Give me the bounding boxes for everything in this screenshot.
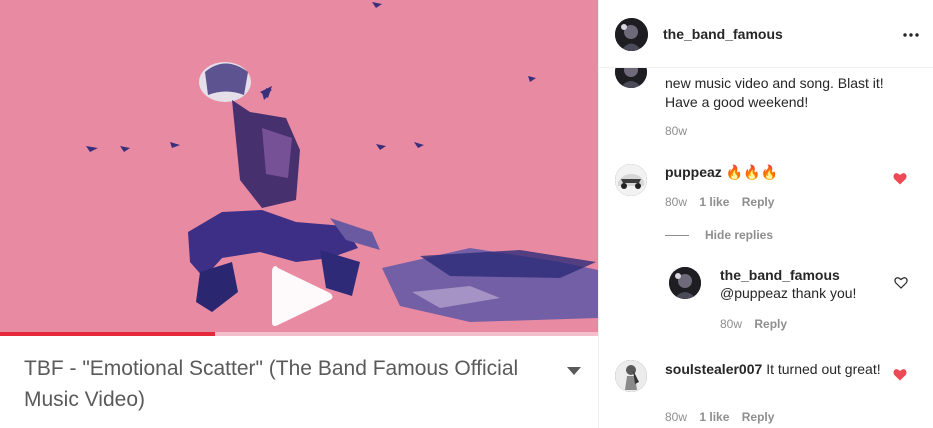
reply-meta: 80w Reply [720, 317, 796, 331]
video-panel: TBF - "Emotional Scatter" (The Band Famo… [0, 0, 598, 428]
comment-likes[interactable]: 1 like [699, 195, 729, 209]
heart-filled-icon[interactable] [893, 368, 907, 381]
post-sidebar: the_band_famous new music video and song… [598, 0, 933, 428]
reply-comment: the_band_famous @puppeaz thank you! [720, 266, 880, 302]
comment-puppeaz: puppeaz 🔥🔥🔥 [665, 163, 885, 181]
chevron-down-icon[interactable] [566, 366, 582, 376]
comment-time[interactable]: 80w [665, 410, 687, 424]
comment-soulstealer007: soulstealer007 It turned out great! [665, 360, 885, 378]
reply-time[interactable]: 80w [720, 317, 742, 331]
comment-time[interactable]: 80w [665, 195, 687, 209]
reply-username[interactable]: the_band_famous [720, 267, 840, 283]
video-title[interactable]: TBF - "Emotional Scatter" (The Band Famo… [24, 353, 544, 415]
comment-avatar-puppeaz[interactable] [615, 164, 647, 196]
caption-meta: 80w [665, 124, 696, 138]
comment-body: It turned out great! [766, 361, 881, 377]
reply-button[interactable]: Reply [754, 317, 787, 331]
reply-body: @puppeaz thank you! [720, 285, 857, 301]
video-progress-bar[interactable] [0, 332, 598, 336]
caption-time[interactable]: 80w [665, 124, 687, 138]
comment-meta: 80w 1 like Reply [665, 195, 783, 209]
video-progress-fill [0, 332, 216, 336]
comment-meta: 80w 1 like Reply [665, 410, 783, 424]
comment-avatar-soulstealer007[interactable] [615, 360, 647, 392]
reply-button[interactable]: Reply [742, 195, 775, 209]
comment-username[interactable]: puppeaz [665, 164, 722, 180]
caption-text: new music video and song. Blast it! Have… [665, 75, 884, 110]
more-horizontal-icon[interactable] [901, 27, 921, 43]
comment-likes[interactable]: 1 like [699, 410, 729, 424]
post-header: the_band_famous [599, 0, 933, 68]
reply-author-avatar[interactable] [669, 267, 701, 299]
play-icon[interactable] [268, 262, 338, 332]
comment-body: 🔥🔥🔥 [725, 164, 778, 180]
comments-list[interactable]: new music video and song. Blast it! Have… [599, 56, 933, 428]
heart-outline-icon[interactable] [894, 276, 908, 289]
author-avatar[interactable] [615, 18, 648, 51]
hide-replies-label: Hide replies [705, 228, 774, 242]
video-player[interactable] [0, 0, 598, 336]
reply-button[interactable]: Reply [742, 410, 775, 424]
author-username[interactable]: the_band_famous [663, 26, 783, 42]
heart-filled-icon[interactable] [893, 172, 907, 185]
comment-username[interactable]: soulstealer007 [665, 361, 762, 377]
hide-replies-line [665, 235, 689, 236]
